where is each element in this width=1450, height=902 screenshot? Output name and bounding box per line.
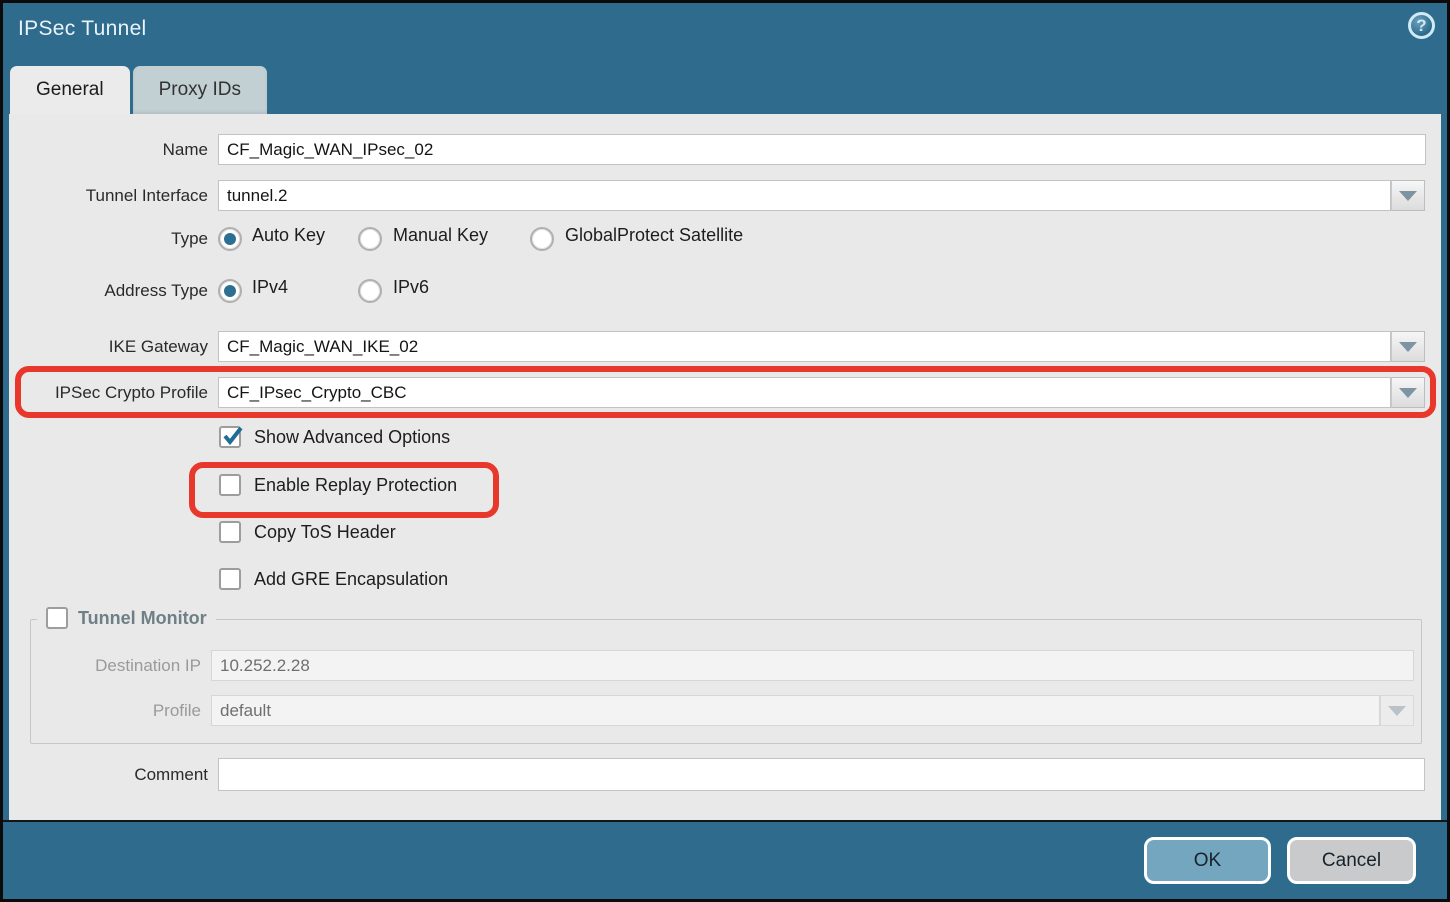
name-row: Name [9,134,1441,165]
ike-gateway-label: IKE Gateway [9,337,208,357]
ike-gateway-row: IKE Gateway [9,331,1441,362]
ike-gateway-dropdown-button[interactable] [1391,331,1425,362]
tunnel-monitor-checkbox[interactable] [46,607,68,629]
enable-replay-protection-label: Enable Replay Protection [254,475,457,496]
type-label: Type [9,229,208,249]
tunnel-interface-dropdown-button[interactable] [1391,180,1425,211]
tab-proxy-ids[interactable]: Proxy IDs [133,66,267,114]
chevron-down-icon [1399,388,1417,398]
type-row: Type Auto Key Manual Key GlobalProtect S… [9,226,1441,252]
enable-replay-protection-checkbox[interactable] [219,474,241,496]
name-input[interactable] [218,134,1426,165]
copy-tos-header-checkbox[interactable] [219,521,241,543]
tab-general[interactable]: General [10,66,130,114]
ike-gateway-input[interactable] [218,331,1391,362]
tunnel-interface-row: Tunnel Interface [9,180,1441,211]
radio-selected-dot [224,233,236,245]
tab-bar: General Proxy IDs [10,66,267,114]
show-advanced-options-row: Show Advanced Options [219,426,450,448]
tunnel-interface-label: Tunnel Interface [9,186,208,206]
radio-globalprotect-satellite-label: GlobalProtect Satellite [565,225,743,246]
profile-input [211,695,1380,726]
add-gre-encapsulation-checkbox[interactable] [219,568,241,590]
destination-ip-label: Destination IP [31,656,201,676]
ipsec-crypto-profile-dropdown-button[interactable] [1391,377,1425,408]
dialog-titlebar: IPSec Tunnel ? [3,3,1447,63]
radio-ipv6[interactable] [358,279,382,303]
show-advanced-options-label: Show Advanced Options [254,427,450,448]
add-gre-encapsulation-label: Add GRE Encapsulation [254,569,448,590]
copy-tos-header-label: Copy ToS Header [254,522,396,543]
radio-auto-key[interactable] [218,227,242,251]
tunnel-interface-input[interactable] [218,180,1391,211]
comment-label: Comment [9,765,208,785]
chevron-down-icon [1388,706,1406,716]
radio-manual-key-label: Manual Key [393,225,488,246]
dialog-footer: OK Cancel [3,820,1447,899]
radio-globalprotect-satellite[interactable] [530,227,554,251]
cancel-button[interactable]: Cancel [1287,837,1416,884]
comment-row: Comment [9,758,1441,791]
address-type-row: Address Type IPv4 IPv6 [9,278,1441,304]
tunnel-monitor-legend: Tunnel Monitor [37,607,216,629]
profile-dropdown-button [1380,695,1414,726]
address-type-label: Address Type [9,281,208,301]
radio-selected-dot [224,285,236,297]
name-label: Name [9,140,208,160]
radio-ipv4[interactable] [218,279,242,303]
dialog-title: IPSec Tunnel [18,17,147,41]
chevron-down-icon [1399,342,1417,352]
tunnel-monitor-section: Tunnel Monitor Destination IP Profile [30,619,1422,744]
ok-button[interactable]: OK [1144,837,1271,884]
profile-row: Profile [31,695,1421,726]
destination-ip-row: Destination IP [31,650,1421,681]
show-advanced-options-checkbox[interactable] [219,426,241,448]
comment-input[interactable] [218,758,1425,791]
chevron-down-icon [1399,191,1417,201]
general-tab-panel: Name Tunnel Interface Type Auto Key Manu… [9,114,1441,823]
ipsec-crypto-profile-input[interactable] [218,377,1391,408]
radio-ipv6-label: IPv6 [393,277,429,298]
destination-ip-input [211,650,1414,681]
add-gre-encapsulation-row: Add GRE Encapsulation [219,568,448,590]
copy-tos-header-row: Copy ToS Header [219,521,396,543]
check-icon [221,425,245,449]
tunnel-monitor-label: Tunnel Monitor [78,608,207,629]
radio-manual-key[interactable] [358,227,382,251]
enable-replay-protection-row: Enable Replay Protection [219,474,457,496]
ipsec-crypto-profile-row: IPSec Crypto Profile [9,377,1441,408]
ipsec-tunnel-dialog: IPSec Tunnel ? General Proxy IDs Name Tu… [0,0,1450,902]
radio-ipv4-label: IPv4 [252,277,288,298]
ipsec-crypto-profile-label: IPSec Crypto Profile [9,383,208,403]
help-icon[interactable]: ? [1408,12,1435,39]
radio-auto-key-label: Auto Key [252,225,325,246]
profile-label: Profile [31,701,201,721]
